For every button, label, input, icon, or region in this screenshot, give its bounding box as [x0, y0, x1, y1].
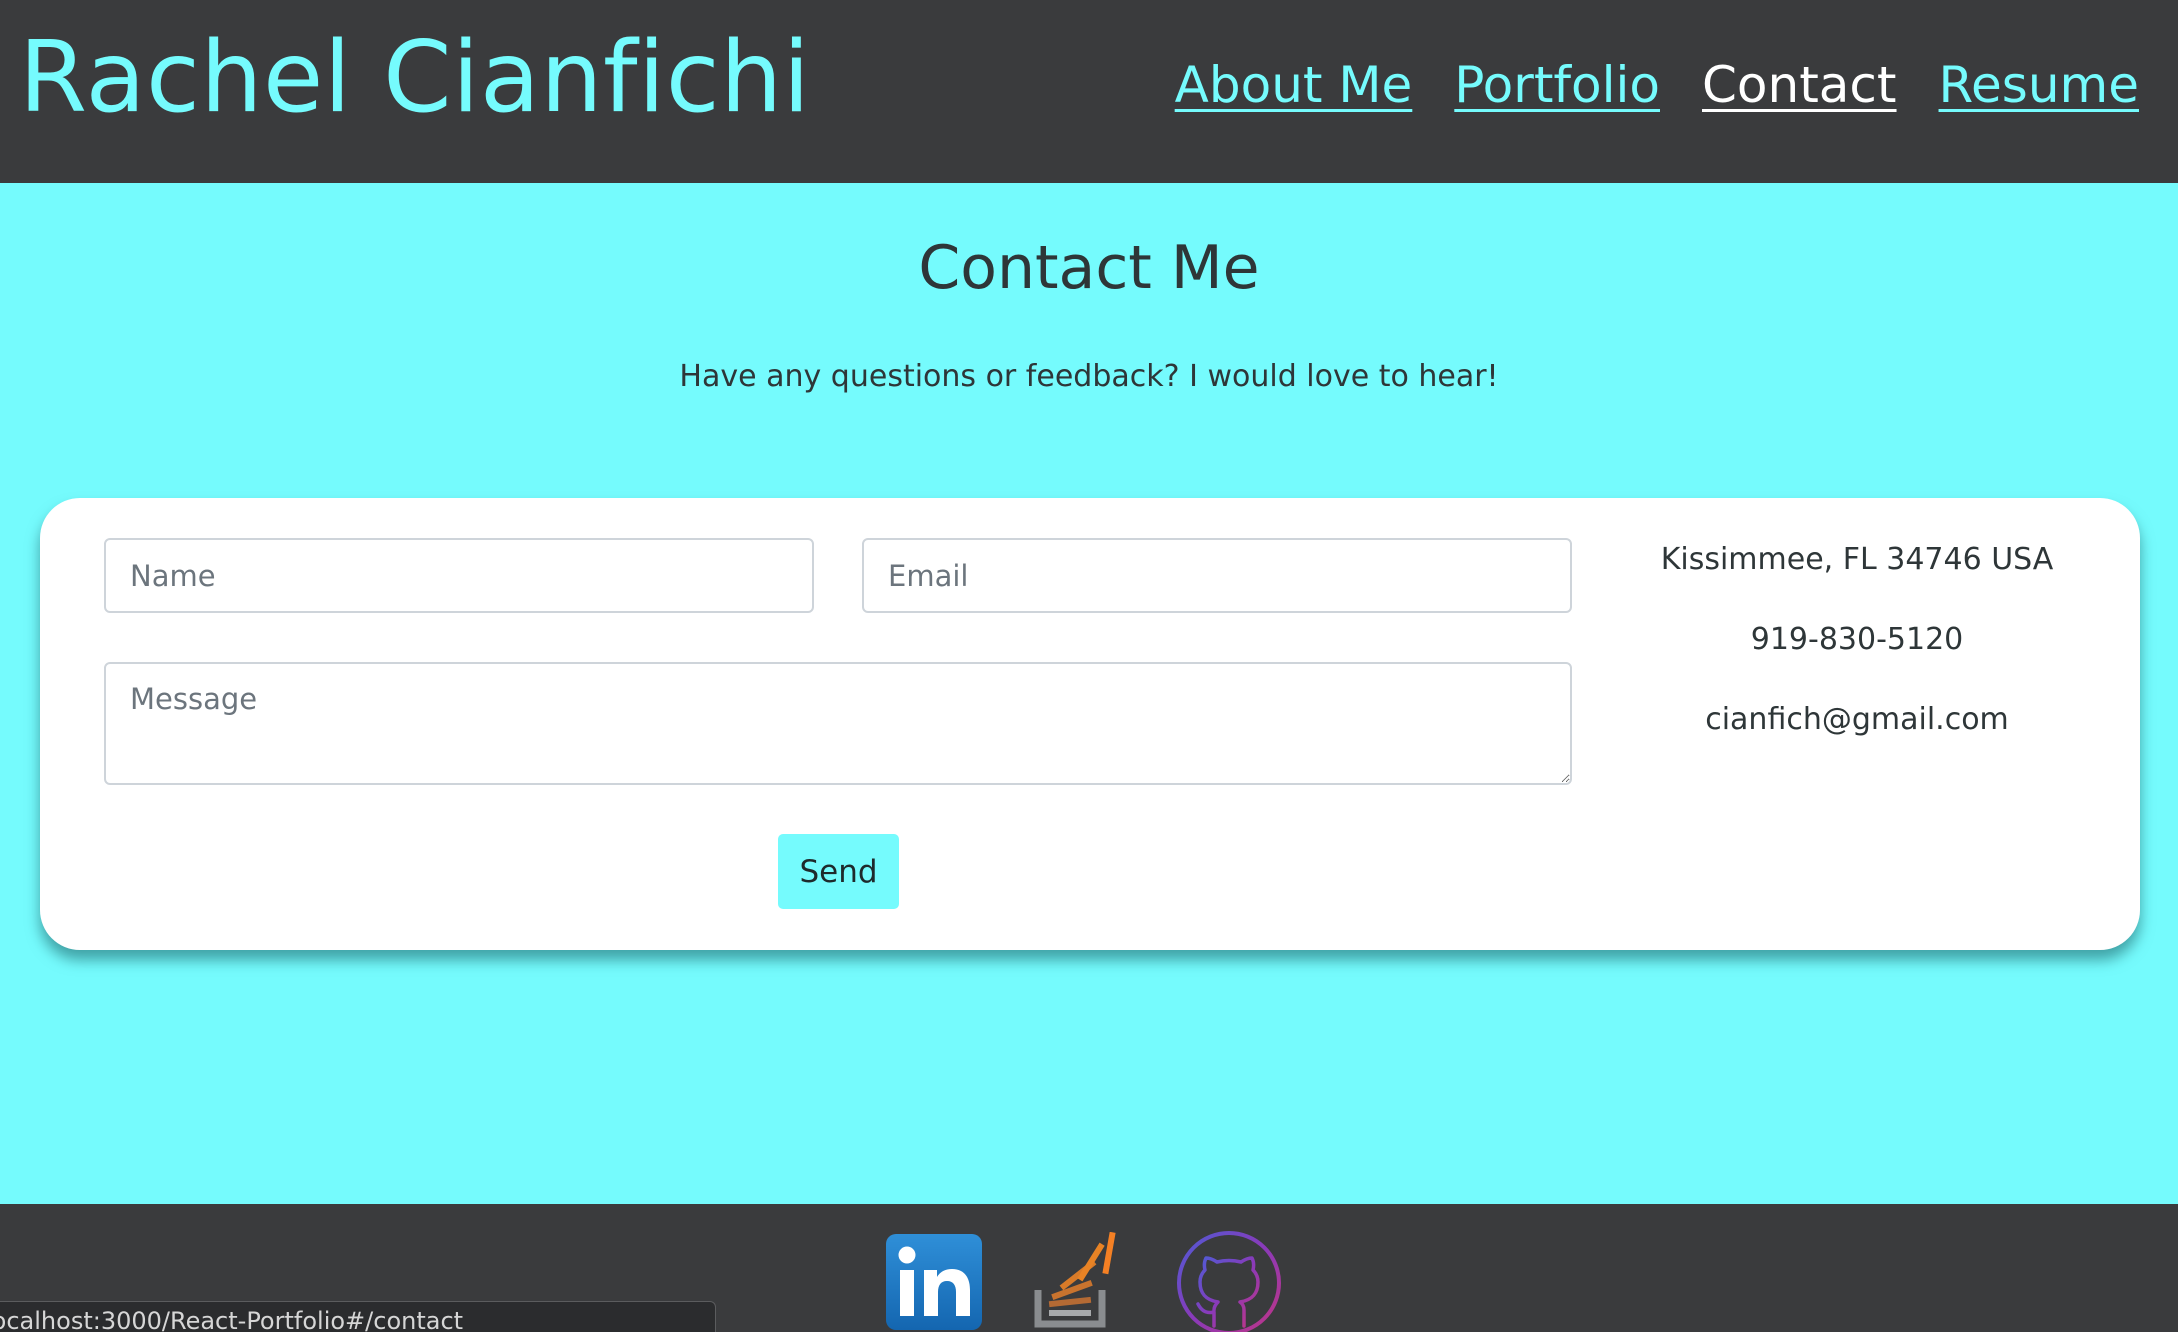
browser-status-url: localhost:3000/React-Portfolio#/contact — [0, 1301, 716, 1332]
nav-link-about-me[interactable]: About Me — [1175, 50, 1413, 120]
nav-link-portfolio[interactable]: Portfolio — [1454, 50, 1660, 120]
contact-phone: 919-830-5120 — [1750, 622, 1964, 657]
nav-link-contact[interactable]: Contact — [1702, 50, 1897, 120]
page-heading: Contact Me — [918, 233, 1260, 303]
main-nav: About Me Portfolio Contact Resume — [1175, 50, 2139, 120]
stackoverflow-icon[interactable] — [1030, 1232, 1116, 1332]
site-header: Rachel Cianfichi About Me Portfolio Cont… — [0, 0, 2178, 183]
message-textarea[interactable] — [104, 662, 1572, 785]
page-lead-text: Have any questions or feedback? I would … — [679, 359, 1499, 394]
github-icon[interactable] — [1176, 1230, 1282, 1332]
nav-link-resume[interactable]: Resume — [1939, 50, 2139, 120]
linkedin-icon[interactable] — [886, 1234, 982, 1330]
email-input[interactable] — [862, 538, 1572, 613]
contact-email: cianfich@gmail.com — [1705, 702, 2009, 737]
contact-address: Kissimmee, FL 34746 USA — [1660, 542, 2054, 577]
name-input[interactable] — [104, 538, 814, 613]
contact-card: Send Kissimmee, FL 34746 USA 919-830-512… — [40, 498, 2140, 950]
send-button[interactable]: Send — [778, 834, 899, 909]
site-title: Rachel Cianfichi — [19, 21, 811, 135]
